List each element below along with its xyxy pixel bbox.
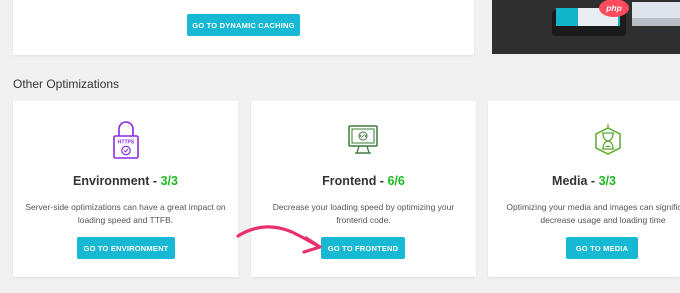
- media-card: Media - 3/3 Optimizing your media and im…: [488, 101, 680, 277]
- section-title: Other Optimizations: [13, 77, 120, 91]
- go-to-frontend-button[interactable]: GO TO FRONTEND: [321, 237, 405, 259]
- dynamic-caching-card: GO TO DYNAMIC CACHING: [13, 0, 474, 55]
- laptop-base-shape: [632, 18, 680, 26]
- environment-title: Environment - 3/3: [73, 174, 178, 188]
- hourglass-hexagon-icon: [595, 124, 621, 155]
- frontend-title: Frontend - 6/6: [322, 174, 405, 188]
- media-title: Media - 3/3: [552, 174, 616, 188]
- arrow-annotation-icon: [236, 225, 322, 254]
- media-description: Optimizing your media and images can sig…: [506, 202, 680, 225]
- go-to-dynamic-caching-button[interactable]: GO TO DYNAMIC CACHING: [187, 14, 300, 36]
- promo-image: php: [492, 0, 680, 54]
- go-to-media-button[interactable]: GO TO MEDIA: [566, 237, 638, 259]
- environment-card: HTTPS Environment - 3/3 Server-side opti…: [13, 101, 238, 277]
- media-score: 3/3: [598, 174, 616, 188]
- environment-score: 3/3: [160, 174, 178, 188]
- monitor-code-icon: [348, 125, 378, 154]
- environment-description: Server-side optimizations can have a gre…: [25, 202, 226, 225]
- frontend-score: 6/6: [387, 174, 405, 188]
- svg-text:HTTPS: HTTPS: [118, 140, 135, 146]
- go-to-environment-button[interactable]: GO TO ENVIRONMENT: [77, 237, 175, 259]
- laptop-screen-shape: [632, 2, 680, 18]
- lock-https-icon: HTTPS: [113, 121, 139, 159]
